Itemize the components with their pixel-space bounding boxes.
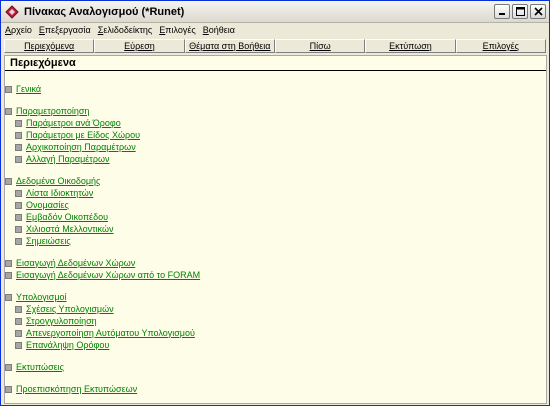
close-button[interactable]	[530, 4, 546, 19]
toc-item: Σημειώσεις	[15, 235, 71, 247]
toc-item-link[interactable]: Χιλιοστά Μελλοντικών	[26, 224, 114, 234]
page-icon	[15, 119, 22, 127]
toc-item-link[interactable]: Σχέσεις Υπολογισμών	[26, 304, 114, 314]
page-icon	[15, 225, 22, 233]
page-icon	[15, 155, 22, 163]
toc-item-link[interactable]: Αλλαγή Παραμέτρων	[26, 154, 110, 164]
window-title: Πίνακας Αναλογισμού (*Runet)	[24, 5, 185, 18]
menu-item-1[interactable]: Επεξεργασία	[39, 25, 91, 35]
toc-section: Παραμετροποίηση	[5, 105, 89, 117]
page-icon	[15, 329, 22, 337]
toc-section-link[interactable]: Εισαγωγή Δεδομένων Χώρων από το FORAM	[16, 270, 200, 280]
toc-item-link[interactable]: Παράμετροι ανά Όροφο	[26, 118, 121, 128]
toolbar-button-5[interactable]: Επιλογές	[455, 39, 546, 53]
menu-item-3[interactable]: Επιλογές	[159, 25, 195, 35]
toc-item: Ονομασίες	[15, 199, 69, 211]
toc-item-link[interactable]: Στρογγυλοποίηση	[26, 316, 97, 326]
app-icon[interactable]	[4, 4, 20, 20]
page-icon	[15, 237, 22, 245]
toc-section: Εισαγωγή Δεδομένων Χώρων	[5, 257, 135, 269]
toc-section-link[interactable]: Υπολογισμοί	[16, 292, 67, 302]
page-icon	[15, 317, 22, 325]
toc-item-link[interactable]: Λίστα Ιδιοκτητών	[26, 188, 93, 198]
toc-section: Προεπισκόπηση Εκτυπώσεων	[5, 383, 137, 395]
page-icon	[15, 341, 22, 349]
page-icon	[15, 305, 22, 313]
toolbar-button-1[interactable]: Εύρεση	[94, 39, 185, 53]
toc-item-link[interactable]: Επανάληψη Ορόφου	[26, 340, 109, 350]
page-icon	[15, 131, 22, 139]
menu-item-2[interactable]: Σελιδοδείκτης	[98, 25, 153, 35]
caption-buttons	[494, 4, 546, 19]
toc-section: Εκτυπώσεις	[5, 361, 64, 373]
contents-pane: Περιεχόμενα Γενικά Παραμετροποίηση Παράμετ…	[4, 55, 547, 404]
toc-section: Δεδομένα Οικοδομής	[5, 175, 100, 187]
toc-section: Υπολογισμοί	[5, 291, 67, 303]
book-icon	[5, 259, 12, 267]
toc-item: Εμβαδόν Οικοπέδου	[15, 211, 108, 223]
toolbar-button-0[interactable]: Περιεχόμενα	[4, 39, 95, 53]
book-icon	[5, 85, 12, 93]
toc-section: Εισαγωγή Δεδομένων Χώρων από το FORAM	[5, 269, 200, 281]
title-bar[interactable]: Πίνακας Αναλογισμού (*Runet)	[1, 1, 549, 23]
toc-item: Στρογγυλοποίηση	[15, 315, 97, 327]
page-icon	[15, 201, 22, 209]
book-icon	[5, 107, 12, 115]
toc-item: Παράμετροι ανά Όροφο	[15, 117, 121, 129]
book-icon	[5, 385, 12, 393]
menu-item-4[interactable]: Βοήθεια	[203, 25, 235, 35]
toolbar-button-2[interactable]: Θέματα στη Βοήθεια	[184, 39, 275, 53]
minimize-button[interactable]	[494, 4, 510, 19]
toc-item-link[interactable]: Εμβαδόν Οικοπέδου	[26, 212, 108, 222]
toolbar-button-label: Επιλογές	[482, 41, 520, 51]
menu-item-0[interactable]: Αρχείο	[5, 25, 32, 35]
book-icon	[5, 293, 12, 301]
toolbar: Περιεχόμενα Εύρεση Θέματα στη Βοήθεια Πίσω Ε…	[4, 39, 546, 53]
toolbar-button-label: Εκτύπωση	[389, 41, 432, 51]
toolbar-button-label: Θέματα στη Βοήθεια	[189, 41, 271, 51]
toc-section-link[interactable]: Προεπισκόπηση Εκτυπώσεων	[16, 384, 137, 394]
maximize-button[interactable]	[512, 4, 528, 19]
toc-item: Αλλαγή Παραμέτρων	[15, 153, 110, 165]
book-icon	[5, 271, 12, 279]
toc-section-link[interactable]: Δεδομένα Οικοδομής	[16, 176, 100, 186]
toolbar-button-3[interactable]: Πίσω	[274, 39, 366, 53]
toc-item-link[interactable]: Σημειώσεις	[26, 236, 71, 246]
toc-section-link[interactable]: Παραμετροποίηση	[16, 106, 89, 116]
toc-item-link[interactable]: Απενεργοποίηση Αυτόματου Υπολογισμού	[26, 328, 195, 338]
contents-title: Περιεχόμενα	[10, 57, 76, 69]
toolbar-button-label: Περιεχόμενα	[24, 41, 75, 51]
toc-item-link[interactable]: Αρχικοποίηση Παραμέτρων	[26, 142, 136, 152]
help-window: Πίνακας Αναλογισμού (*Runet) Αρχείο Επεξε…	[0, 0, 550, 406]
toc-item-link[interactable]: Ονομασίες	[26, 200, 69, 210]
page-icon	[15, 189, 22, 197]
toc-section: Γενικά	[5, 83, 41, 95]
page-icon	[15, 213, 22, 221]
toc-item: Παράμετροι με Είδος Χώρου	[15, 129, 140, 141]
toc-item: Λίστα Ιδιοκτητών	[15, 187, 93, 199]
page-icon	[15, 143, 22, 151]
toolbar-button-label: Εύρεση	[124, 41, 155, 51]
toc-section-link[interactable]: Εισαγωγή Δεδομένων Χώρων	[16, 258, 135, 268]
toc-item: Σχέσεις Υπολογισμών	[15, 303, 114, 315]
toc-section-link[interactable]: Γενικά	[16, 84, 41, 94]
book-icon	[5, 177, 12, 185]
book-icon	[5, 363, 12, 371]
toolbar-button-4[interactable]: Εκτύπωση	[365, 39, 456, 53]
toc-section-link[interactable]: Εκτυπώσεις	[16, 362, 64, 372]
toc-item: Χιλιοστά Μελλοντικών	[15, 223, 114, 235]
toc-item: Απενεργοποίηση Αυτόματου Υπολογισμού	[15, 327, 195, 339]
menu-bar: Αρχείο Επεξεργασία Σελιδοδείκτης Επιλογές Βο…	[1, 23, 549, 37]
toc-item: Αρχικοποίηση Παραμέτρων	[15, 141, 136, 153]
header-divider	[5, 70, 546, 71]
toolbar-button-label: Πίσω	[309, 41, 331, 51]
toc-item: Επανάληψη Ορόφου	[15, 339, 109, 351]
toc-item-link[interactable]: Παράμετροι με Είδος Χώρου	[26, 130, 140, 140]
